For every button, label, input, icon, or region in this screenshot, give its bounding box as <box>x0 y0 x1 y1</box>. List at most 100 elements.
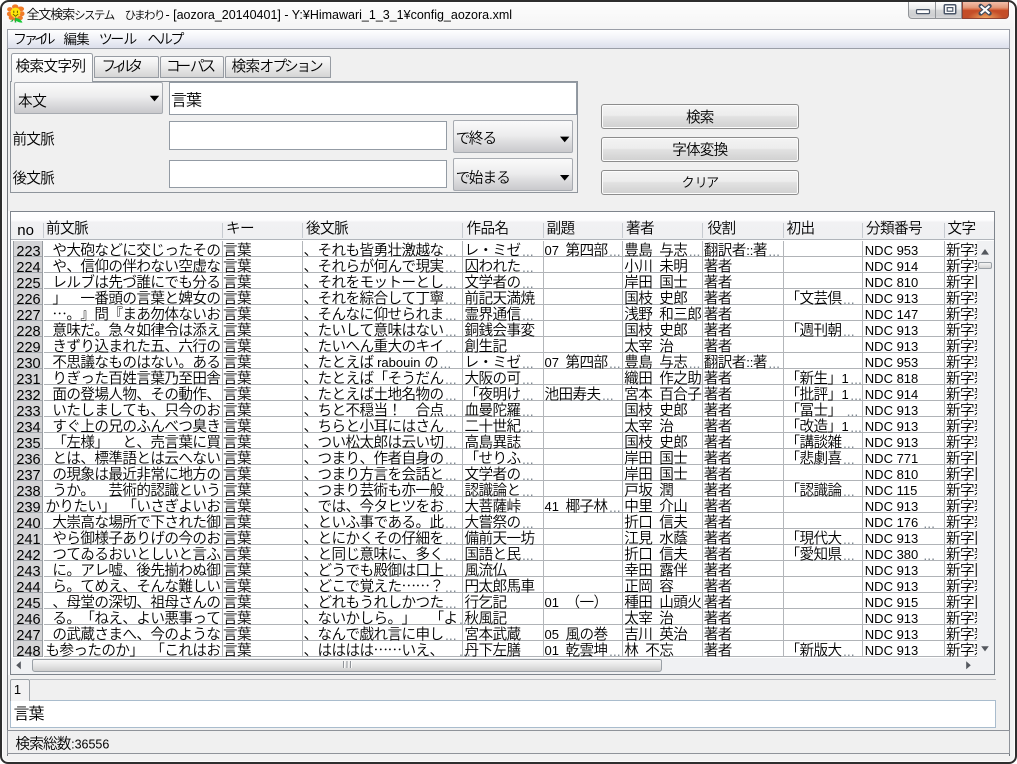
svg-text:NDC 915: NDC 915 <box>865 595 918 610</box>
svg-text:...: ... <box>459 611 471 627</box>
svg-text:...: ... <box>847 403 859 419</box>
svg-text:著者: 著者 <box>704 639 733 660</box>
svg-text:07: 07 <box>545 243 559 258</box>
svg-text:検索総数: 検索総数 <box>15 733 71 754</box>
svg-text:言葉: 言葉 <box>223 639 252 660</box>
svg-text:システム: システム <box>74 7 115 23</box>
svg-text:1: 1 <box>842 371 849 386</box>
svg-text:233: 233 <box>16 404 40 420</box>
svg-text:...: ... <box>843 643 855 659</box>
svg-text:...: ... <box>445 339 457 355</box>
svg-text::36556: :36556 <box>71 738 109 752</box>
svg-text:で始まる: で始まる <box>456 167 511 188</box>
svg-text:...: ... <box>609 643 621 659</box>
svg-text:前文脈: 前文脈 <box>46 217 89 238</box>
svg-text:...: ... <box>445 403 457 419</box>
svg-text:243: 243 <box>16 564 40 580</box>
svg-text:オプション: オプション <box>260 55 324 76</box>
svg-text:検索文字列: 検索文字列 <box>16 55 87 76</box>
svg-text:著: 著 <box>753 351 768 372</box>
svg-text:編集: 編集 <box>64 28 91 48</box>
svg-text:NDC 953: NDC 953 <box>865 243 918 258</box>
svg-text:...: ... <box>522 275 534 291</box>
svg-text:...: ... <box>689 355 701 371</box>
svg-text:237: 237 <box>16 468 40 484</box>
svg-text:239: 239 <box>16 500 40 516</box>
svg-text:1: 1 <box>842 419 849 434</box>
svg-text:乾雲坤: 乾雲坤 <box>566 639 609 660</box>
svg-text:rabouin: rabouin <box>377 355 420 370</box>
svg-text:検索: 検索 <box>232 55 261 76</box>
svg-text:...: ... <box>445 595 457 611</box>
svg-text:第四部: 第四部 <box>566 239 609 260</box>
svg-text:...: ... <box>843 435 855 451</box>
svg-text:...: ... <box>522 403 534 419</box>
svg-text:247: 247 <box>16 628 40 644</box>
svg-text:NDC 810: NDC 810 <box>865 275 918 290</box>
svg-text:「文芸倶: 「文芸倶 <box>786 287 843 308</box>
svg-text:...: ... <box>522 515 534 531</box>
svg-text:新字新: 新字新 <box>946 639 989 660</box>
svg-text:NDC 913: NDC 913 <box>865 643 918 658</box>
svg-text:フィルタ: フィルタ <box>102 55 144 76</box>
svg-text:...: ... <box>602 387 614 403</box>
svg-text:223: 223 <box>16 244 40 260</box>
svg-text:232: 232 <box>16 388 40 404</box>
svg-text:池田寿夫: 池田寿夫 <box>545 383 602 404</box>
svg-text:229: 229 <box>16 340 40 356</box>
svg-text:236: 236 <box>16 452 40 468</box>
svg-text:...: ... <box>445 483 457 499</box>
svg-text:コーパス: コーパス <box>166 55 216 76</box>
svg-text:NDC 818: NDC 818 <box>865 371 918 386</box>
svg-text:240: 240 <box>16 516 40 532</box>
svg-text:NDC 913: NDC 913 <box>865 403 918 418</box>
svg-text:224: 224 <box>16 260 40 276</box>
svg-text:...: ... <box>445 291 457 307</box>
svg-text:...: ... <box>445 627 457 643</box>
svg-text:NDC 913: NDC 913 <box>865 419 918 434</box>
svg-text:...: ... <box>445 371 457 387</box>
svg-text:1: 1 <box>842 387 849 402</box>
svg-text:41: 41 <box>545 499 559 514</box>
svg-text:、はははは……いえ、: 、はははは……いえ、 <box>304 639 445 660</box>
svg-text:も参ったのか」「これはお: も参ったのか」「これはお <box>45 639 221 660</box>
svg-text:07: 07 <box>545 355 559 370</box>
svg-text:NDC 953: NDC 953 <box>865 355 918 370</box>
svg-text:「認識論: 「認識論 <box>786 479 843 500</box>
svg-text:...: ... <box>522 547 534 563</box>
svg-text:234: 234 <box>16 420 40 436</box>
svg-text:...: ... <box>850 387 862 403</box>
svg-text:NDC 176: NDC 176 <box>865 515 918 530</box>
svg-text:246: 246 <box>16 612 40 628</box>
svg-text:NDC 913: NDC 913 <box>865 563 918 578</box>
svg-text:242: 242 <box>16 548 40 564</box>
svg-text:230: 230 <box>16 356 40 372</box>
svg-text:::: :: <box>746 243 753 258</box>
svg-text:NDC 913: NDC 913 <box>865 323 918 338</box>
svg-text:238: 238 <box>16 484 40 500</box>
svg-text:...: ... <box>445 467 457 483</box>
svg-text:初出: 初出 <box>787 217 816 238</box>
svg-text:...: ... <box>445 243 457 259</box>
svg-text:231: 231 <box>16 372 40 388</box>
svg-text:...: ... <box>768 355 780 371</box>
svg-text:NDC 380: NDC 380 <box>865 547 918 562</box>
svg-text:「愛知県: 「愛知県 <box>786 543 843 564</box>
svg-text:「悲劇喜: 「悲劇喜 <box>786 447 843 468</box>
svg-text:...: ... <box>459 643 471 659</box>
svg-text:...: ... <box>522 451 534 467</box>
svg-text:...: ... <box>843 451 855 467</box>
svg-text:ひまわり: ひまわり <box>125 7 166 23</box>
svg-text:::: :: <box>746 355 753 370</box>
svg-text:...: ... <box>843 323 855 339</box>
svg-text:で終る: で終る <box>456 127 497 148</box>
svg-text:ファイル: ファイル <box>13 29 56 49</box>
svg-text:検索: 検索 <box>686 106 714 127</box>
svg-text:...: ... <box>689 243 701 259</box>
svg-text:分類番号: 分類番号 <box>866 217 923 238</box>
svg-text:...: ... <box>923 547 935 563</box>
svg-text:言葉: 言葉 <box>171 87 202 111</box>
svg-text:「週刊朝: 「週刊朝 <box>786 319 843 340</box>
svg-text:...: ... <box>522 371 534 387</box>
svg-text:著者: 著者 <box>626 217 655 238</box>
